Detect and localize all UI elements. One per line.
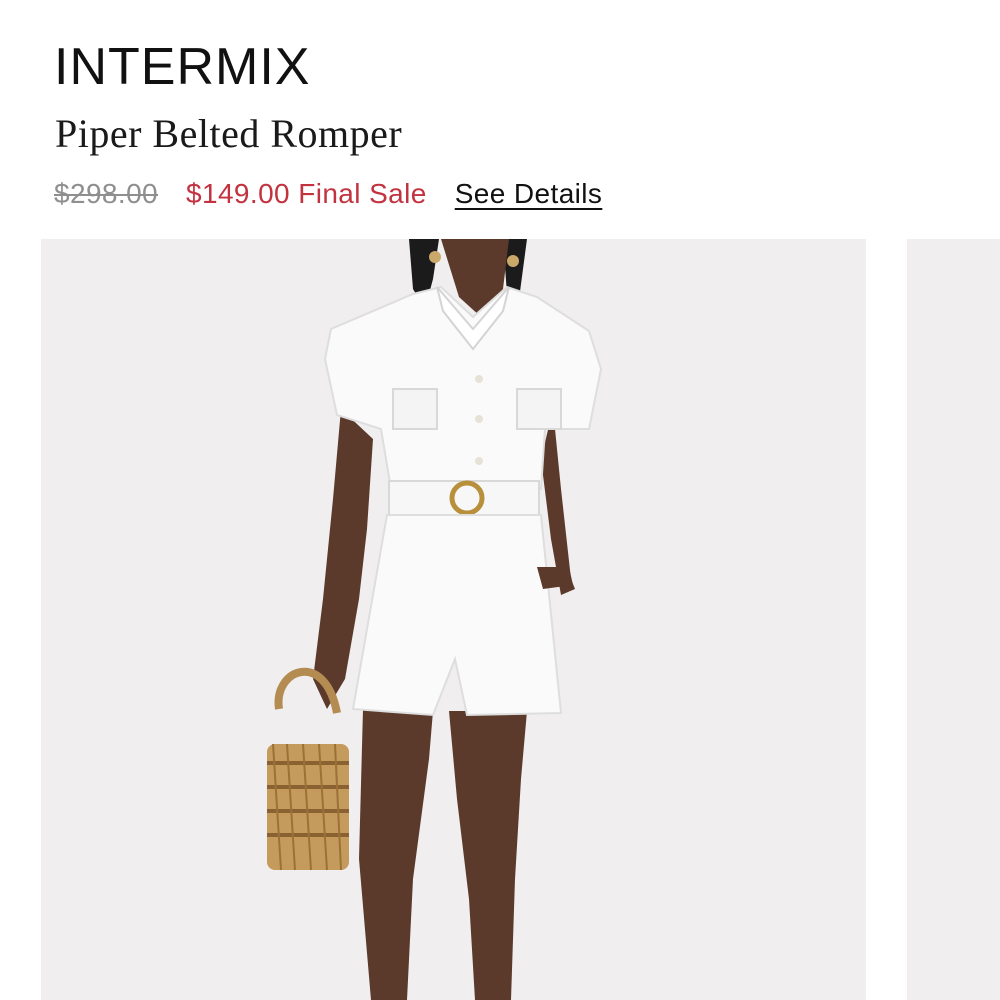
- product-image-next[interactable]: [907, 239, 1000, 1000]
- brand-name: INTERMIX: [54, 38, 311, 96]
- product-photo: [267, 239, 603, 1000]
- price-row: $298.00 $149.00 Final Sale See Details: [54, 176, 602, 212]
- original-price: $298.00: [54, 178, 159, 209]
- product-image-main[interactable]: [41, 239, 866, 1000]
- sale-price: $149.00 Final Sale: [186, 178, 427, 209]
- see-details-link[interactable]: See Details: [455, 176, 603, 212]
- product-title: Piper Belted Romper: [55, 111, 403, 156]
